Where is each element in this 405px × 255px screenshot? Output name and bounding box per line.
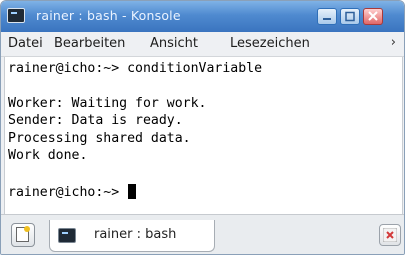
minimize-button[interactable] <box>317 8 337 25</box>
terminal-line: Processing shared data. <box>8 131 191 146</box>
terminal-icon <box>7 8 25 23</box>
close-icon <box>368 11 378 21</box>
menu-bar: Datei Bearbeiten Ansicht Lesezeichen › <box>1 32 404 57</box>
terminal-prompt: rainer@icho:~> <box>8 185 128 200</box>
maximize-button[interactable] <box>340 8 360 25</box>
maximize-icon <box>345 11 355 22</box>
minimize-icon <box>323 18 331 20</box>
konsole-window: rainer : bash - Konsole Datei Bearbeiten… <box>0 0 405 255</box>
terminal-line: Work done. <box>8 148 88 163</box>
menu-overflow-chevron-icon[interactable]: › <box>391 35 396 50</box>
terminal-prompt-line: rainer@icho:~> <box>8 184 137 200</box>
menu-lesezeichen[interactable]: Lesezeichen <box>230 36 310 51</box>
terminal-output[interactable]: rainer@icho:~> conditionVariable Worker:… <box>4 57 403 214</box>
window-title: rainer : bash - Konsole <box>36 8 181 23</box>
tab-rainer-bash[interactable]: rainer : bash <box>49 220 215 252</box>
terminal-icon <box>58 228 76 243</box>
menu-ansicht[interactable]: Ansicht <box>150 36 198 51</box>
close-tab-button[interactable] <box>379 224 401 246</box>
terminal-line: Worker: Waiting for work. <box>8 96 207 111</box>
new-tab-button[interactable] <box>11 223 35 247</box>
text-cursor <box>128 184 137 199</box>
tab-label: rainer : bash <box>94 227 177 242</box>
tab-bar: rainer : bash <box>1 214 404 254</box>
new-tab-icon <box>16 226 30 242</box>
terminal-line: rainer@icho:~> conditionVariable <box>8 61 263 76</box>
terminal-line: Sender: Data is ready. <box>8 113 183 128</box>
menu-datei[interactable]: Datei <box>8 36 43 51</box>
close-button[interactable] <box>363 8 383 25</box>
title-bar[interactable]: rainer : bash - Konsole <box>1 1 404 32</box>
menu-bearbeiten[interactable]: Bearbeiten <box>54 36 125 51</box>
close-tab-icon <box>383 228 397 242</box>
